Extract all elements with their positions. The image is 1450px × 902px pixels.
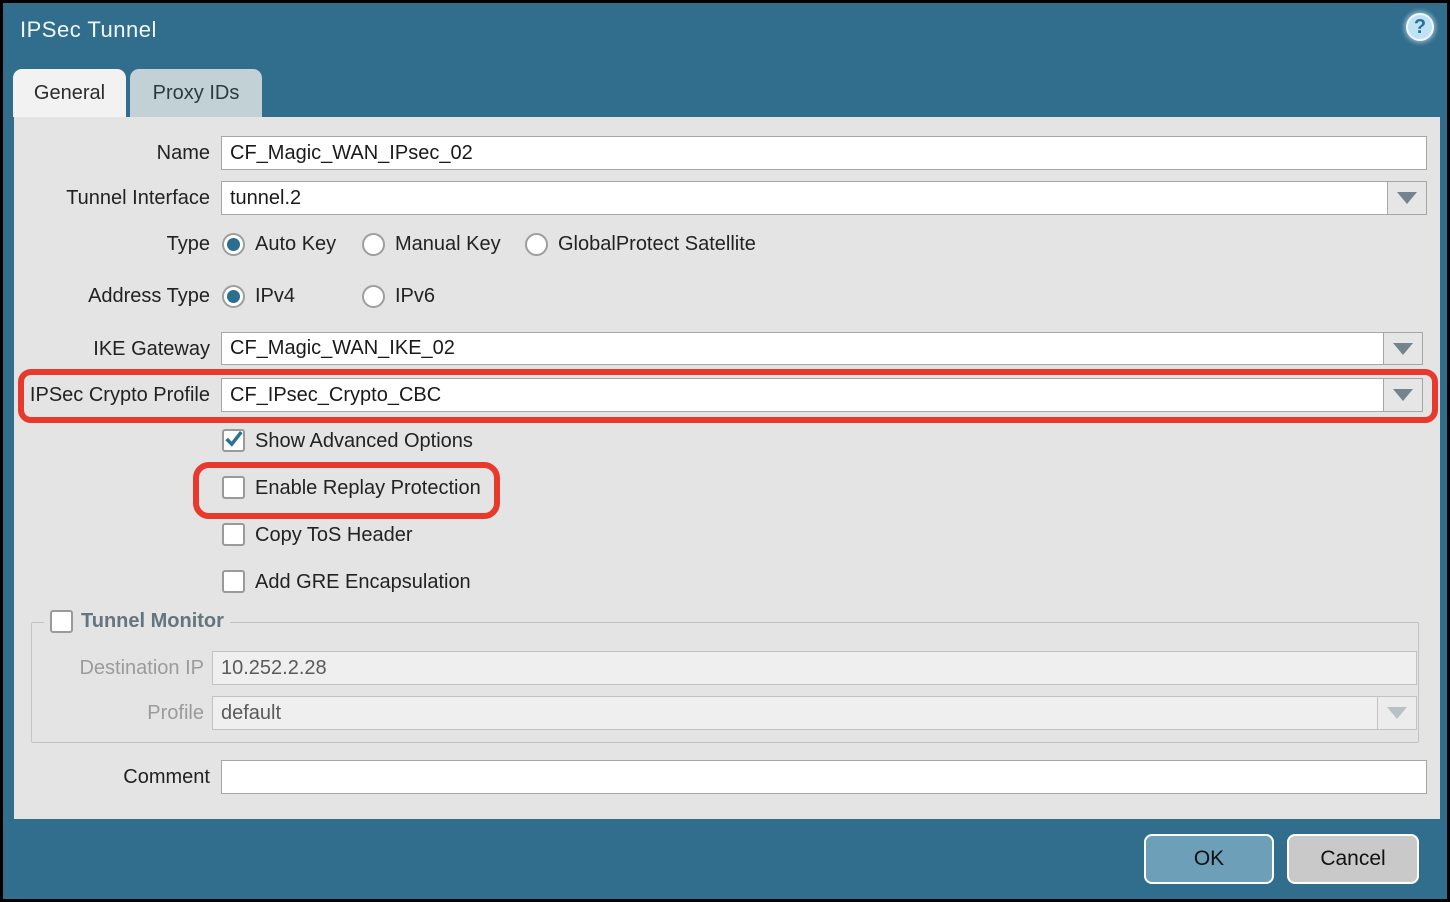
dropdown-arrow-icon <box>1387 707 1407 719</box>
tunnel-interface-dropdown-button[interactable] <box>1387 182 1426 214</box>
checkbox-tunnel-monitor[interactable] <box>50 610 73 633</box>
address-type-label: Address Type <box>13 279 210 308</box>
ike-gateway-label: IKE Gateway <box>13 332 210 366</box>
dropdown-arrow-icon <box>1393 389 1413 401</box>
destination-ip-input <box>212 651 1417 685</box>
tunnel-interface-label: Tunnel Interface <box>13 181 210 215</box>
ipsec-crypto-profile-dropdown[interactable]: CF_IPsec_Crypto_CBC <box>221 378 1423 412</box>
tunnel-monitor-label[interactable]: Tunnel Monitor <box>81 610 224 633</box>
radio-ipv6[interactable] <box>362 285 385 308</box>
ipsec-crypto-profile-label: IPSec Crypto Profile <box>13 378 210 412</box>
dialog-title: IPSec Tunnel <box>20 17 157 43</box>
radio-globalprotect-satellite[interactable] <box>525 233 548 256</box>
comment-label: Comment <box>13 760 210 794</box>
radio-manual-key-label[interactable]: Manual Key <box>395 233 501 256</box>
radio-auto-key[interactable] <box>222 233 245 256</box>
profile-dropdown-button <box>1377 697 1416 729</box>
ike-gateway-dropdown[interactable]: CF_Magic_WAN_IKE_02 <box>221 332 1423 365</box>
tunnel-monitor-legend: Tunnel Monitor <box>44 610 230 633</box>
ipsec-tunnel-dialog: IPSec Tunnel ? General Proxy IDs Name Tu… <box>0 0 1450 902</box>
checkbox-enable-replay-protection-label[interactable]: Enable Replay Protection <box>255 477 481 500</box>
radio-dot <box>227 290 240 303</box>
radio-manual-key[interactable] <box>362 233 385 256</box>
tunnel-monitor-group: Tunnel Monitor Destination IP Profile de… <box>31 622 1419 743</box>
checkbox-enable-replay-protection[interactable] <box>222 476 245 499</box>
radio-ipv4[interactable] <box>222 285 245 308</box>
checkbox-copy-tos-header-label[interactable]: Copy ToS Header <box>255 524 413 547</box>
tunnel-interface-dropdown[interactable]: tunnel.2 <box>221 181 1427 215</box>
tunnel-interface-value: tunnel.2 <box>222 182 1387 214</box>
checkbox-add-gre-encapsulation[interactable] <box>222 570 245 593</box>
tab-proxy-ids-label: Proxy IDs <box>153 82 240 105</box>
name-label: Name <box>13 136 210 170</box>
checkmark-icon <box>224 428 243 450</box>
radio-dot <box>227 238 240 251</box>
ipsec-crypto-profile-dropdown-button[interactable] <box>1383 379 1422 411</box>
checkbox-show-advanced-options[interactable] <box>222 429 245 452</box>
checkbox-copy-tos-header[interactable] <box>222 523 245 546</box>
ok-button[interactable]: OK <box>1144 834 1274 884</box>
checkbox-show-advanced-options-label[interactable]: Show Advanced Options <box>255 430 473 453</box>
tab-general[interactable]: General <box>13 69 126 117</box>
profile-label: Profile <box>32 696 204 730</box>
radio-ipv6-label[interactable]: IPv6 <box>395 285 435 308</box>
radio-globalprotect-satellite-label[interactable]: GlobalProtect Satellite <box>558 233 756 256</box>
type-label: Type <box>13 227 210 256</box>
radio-ipv4-label[interactable]: IPv4 <box>255 285 295 308</box>
dropdown-arrow-icon <box>1397 192 1417 204</box>
profile-dropdown: default <box>212 696 1417 730</box>
comment-input[interactable] <box>221 760 1427 794</box>
tab-general-label: General <box>34 82 105 105</box>
ipsec-crypto-profile-value: CF_IPsec_Crypto_CBC <box>222 379 1383 411</box>
tab-proxy-ids[interactable]: Proxy IDs <box>130 69 262 117</box>
name-input[interactable] <box>221 136 1427 170</box>
cancel-button[interactable]: Cancel <box>1287 834 1419 884</box>
destination-ip-label: Destination IP <box>32 651 204 685</box>
profile-value: default <box>213 697 1377 729</box>
checkbox-add-gre-encapsulation-label[interactable]: Add GRE Encapsulation <box>255 571 471 594</box>
radio-auto-key-label[interactable]: Auto Key <box>255 233 336 256</box>
ike-gateway-value: CF_Magic_WAN_IKE_02 <box>222 333 1383 364</box>
dropdown-arrow-icon <box>1393 343 1413 355</box>
help-icon[interactable]: ? <box>1406 13 1434 41</box>
ike-gateway-dropdown-button[interactable] <box>1383 333 1422 364</box>
